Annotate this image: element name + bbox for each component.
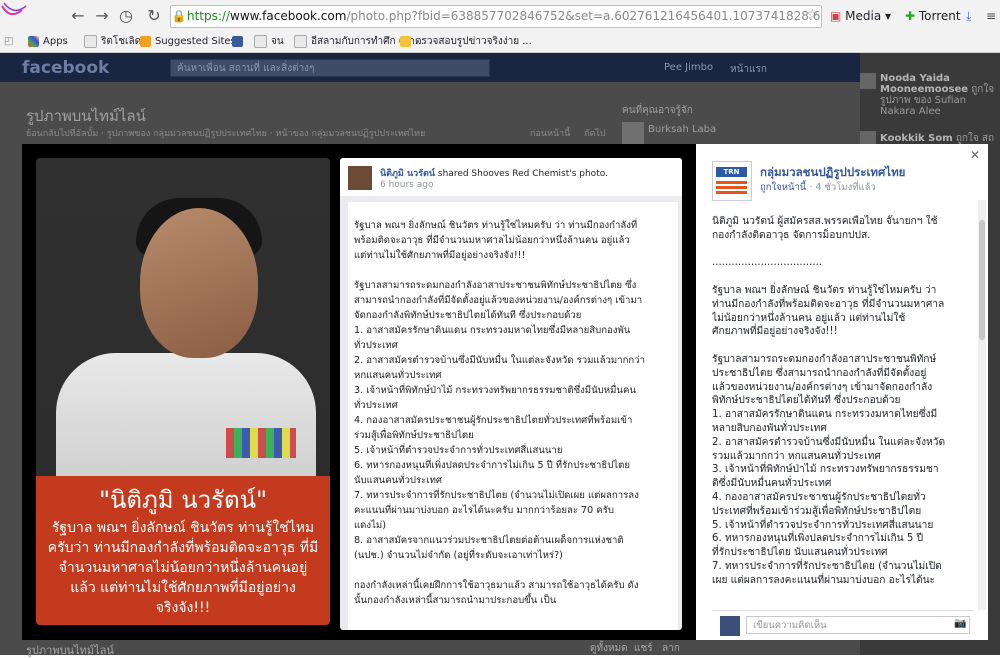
facebook-logo[interactable]: facebook [22,58,109,78]
url-path: /photo.php?fbid=638857702846752&set=a.60… [346,9,821,23]
apps-icon [28,35,39,47]
avatar [348,166,372,190]
page-logo-text: TRN [716,167,747,177]
download-icon[interactable]: ⤓ [966,8,971,24]
torrent-extension[interactable]: ✚ Torrent [905,8,961,24]
close-icon[interactable]: ✕ [970,148,980,162]
folder-icon [400,35,411,47]
like-page-link[interactable]: ถูกใจหน้านี้ [760,182,806,193]
avatar [860,73,876,89]
bookmark-4[interactable]: จน [254,32,284,52]
photo-image[interactable]: "นิติภูมิ นวรัตน์" รัฐบาล พณฯ ยิ่งลักษณ์… [36,158,330,625]
post-body: รัฐบาล พณฯ ยิ่งลักษณ์ ชินวัตร ท่านรู้ใช่… [348,202,678,630]
photo-caption: รัฐบาล พณฯ ยิ่งลักษณ์ ชินวัตร ท่านรู้ใช่… [47,520,319,616]
post-header: นิติภูมิ นวรัตน์ shared Shooves Red Chem… [340,158,682,196]
breadcrumb: ย้อนกลับไปที่อัลบั้ม · รูปภาพของ กลุ่มมว… [26,129,426,139]
page-avatar[interactable]: TRN [712,161,752,201]
drag-link[interactable]: ลาก [662,641,680,656]
camera-icon[interactable]: 📷 [954,618,966,629]
browser-logo-icon [1,2,27,16]
next-link[interactable]: ถัดไป [584,126,606,140]
page-icon [294,34,307,48]
avatar [622,122,644,144]
ticker-item[interactable]: Kookkik Som ถูกใจ สถ [880,133,998,144]
browser-toolbar: ← → ◷ ↻ 🔒https://www.facebook.com/photo.… [0,0,1000,33]
logo-stripe [716,191,747,194]
bing-icon [140,35,151,47]
post-caption: นิติภูมิ นวรัตน์ ผู้สมัครสส.พรรคเพื่อไทย… [712,216,946,586]
comment-input[interactable]: เขียนความคิดเห็น [746,616,970,634]
search-input[interactable]: ค้นหาเพื่อน สถานที่ และสิ่งต่างๆ [170,59,490,77]
torrent-label: Torrent [918,9,961,23]
bookmark-star-icon[interactable]: ☆ [806,7,819,23]
lock-icon: 🔒 [171,9,187,23]
address-bar[interactable]: 🔒https://www.facebook.com/photo.php?fbid… [170,5,822,28]
page-icon [84,34,97,48]
photo-name: "นิติภูมิ นวรัตน์" [98,486,268,514]
reload-icon[interactable]: ↻ [144,6,164,26]
page-icon [254,34,267,48]
home-link[interactable]: หน้าแรก [730,62,767,77]
avatar [720,616,740,636]
ticker-item[interactable]: Nooda Yaida Mooneemoosee ถูกใจ รูปภาพ ขอ… [880,73,998,117]
facebook-icon [232,35,243,47]
bottom-strip [0,640,860,655]
face-shape [140,208,258,358]
history-icon[interactable]: ◷ [116,6,136,26]
media-label: Media [845,9,882,23]
back-icon[interactable]: ← [68,6,88,26]
uniform-shape [56,353,316,483]
post-screenshot: นิติภูมิ นวรัตน์ shared Shooves Red Chem… [340,158,682,630]
bookmark-facebook[interactable] [232,32,247,52]
bookmark-6[interactable]: ตรวจสอบรูปข่าวจริงง่าย ... [400,32,532,52]
previous-link[interactable]: ก่อนหน้านี้ [530,126,570,140]
scrollbar-thumb[interactable] [979,220,985,340]
bookmark-apps[interactable]: Apps [28,32,68,52]
post-time: 6 hours ago [380,180,434,190]
media-extension[interactable]: ▣ Media ▾ [830,8,891,24]
page-meta: ถูกใจหน้านี้ · 4 ชั่วโมงที่แล้ว [760,180,876,195]
share-link[interactable]: แชร์ [634,641,653,656]
album-title: รูปภาพบนไทม์ไลน์ [26,107,146,125]
logo-stripe [716,181,747,184]
friend-name[interactable]: Burksah Laba [648,124,716,135]
bookmark-2[interactable]: ริตโชเลิด [84,32,141,52]
people-you-may-know: คนที่คุณอาจรู้จัก [622,105,693,116]
bookmark-folder-icon[interactable]: ◰ [4,32,13,52]
logo-stripe [716,186,747,189]
post-author-line: นิติภูมิ นวรัตน์ shared Shooves Red Chem… [380,169,608,179]
profile-link[interactable]: Pee Jimbo [664,62,713,73]
see-all-link[interactable]: ดูทั้งหมด [590,641,628,656]
media-icon: ▣ [830,9,842,23]
forward-icon[interactable]: → [92,6,112,26]
bottom-album-title: รูปภาพบนไทม์ไลน์ [26,644,114,657]
torrent-icon: ✚ [905,9,916,23]
post-time: · 4 ชั่วโมงที่แล้ว [806,182,876,193]
menu-icon[interactable]: ≡ [986,8,996,24]
bookmarks-bar: ◰ Apps ริตโชเลิด Suggested Sites จน อีสล… [0,32,1000,53]
post-body-text: รัฐบาล พณฯ ยิ่งลักษณ์ ชินวัตร ท่านรู้ใช่… [354,220,645,606]
url-domain: www.facebook.com [230,9,347,23]
bookmark-suggested[interactable]: Suggested Sites [140,32,236,52]
url-scheme: https:// [187,9,231,23]
medal-ribbons [226,428,296,458]
